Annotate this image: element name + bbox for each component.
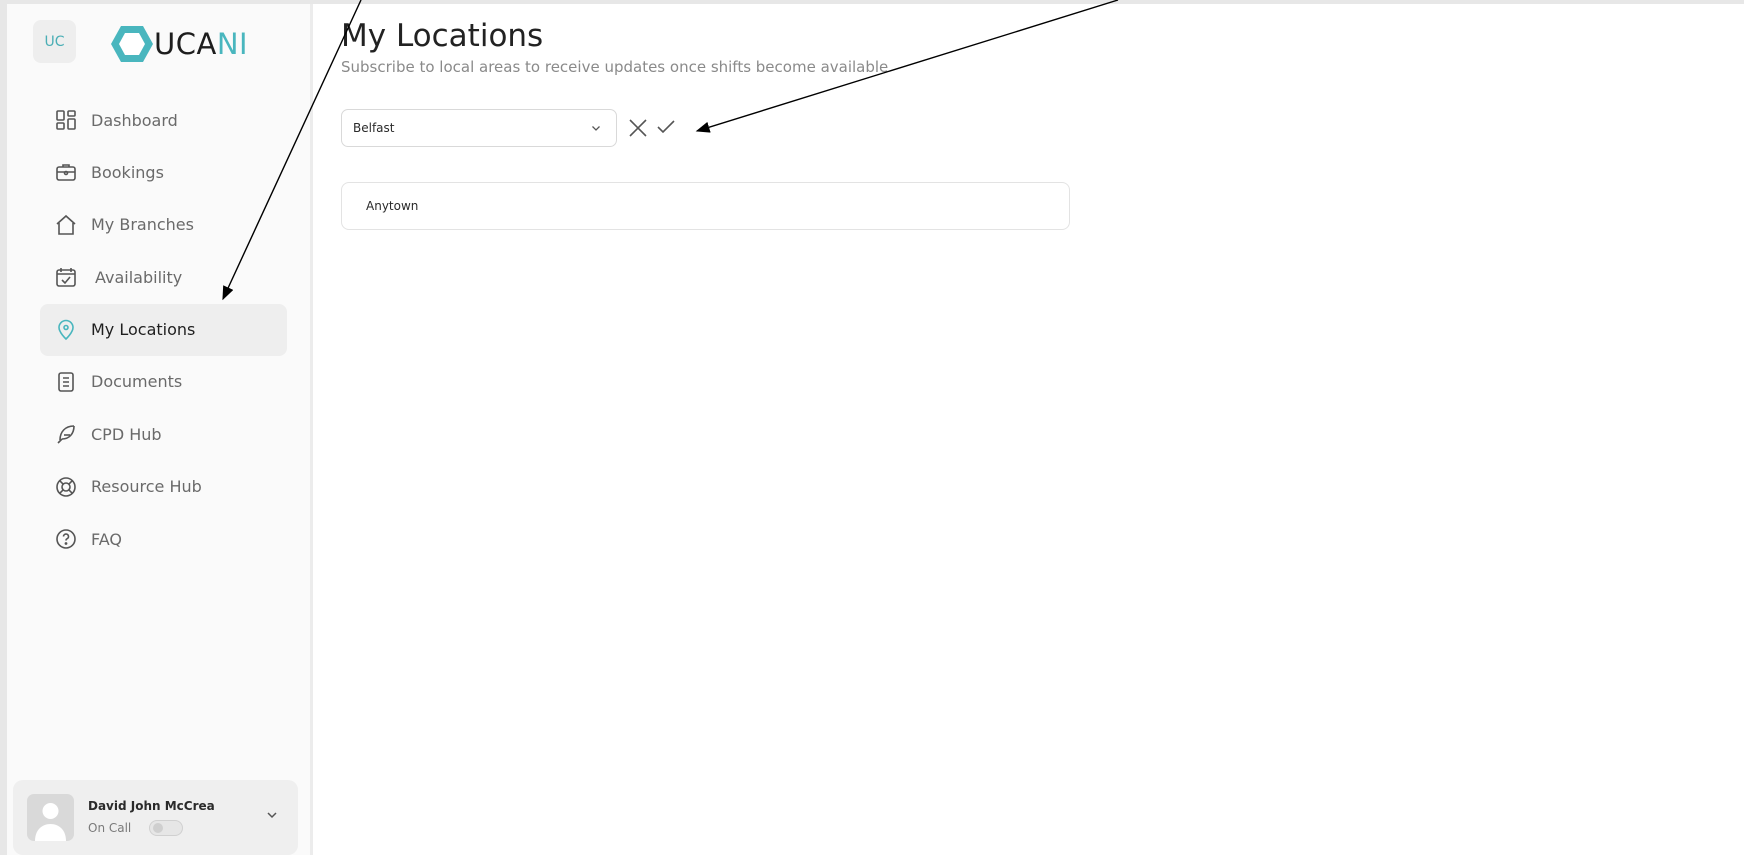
- app-window: UC UCANI Dashboard Bookings My Branches …: [7, 4, 1744, 855]
- on-call-toggle[interactable]: [149, 820, 183, 836]
- sidebar-item-label: Resource Hub: [91, 477, 202, 497]
- sidebar-item-documents[interactable]: Documents: [40, 356, 287, 408]
- location-select[interactable]: Belfast: [341, 109, 617, 147]
- hexagon-logo-icon: [111, 26, 153, 62]
- sidebar-item-my-locations[interactable]: My Locations: [40, 303, 287, 356]
- sidebar-item-dashboard[interactable]: Dashboard: [40, 94, 287, 146]
- sidebar-nav: Dashboard Bookings My Branches Availabil…: [40, 94, 287, 566]
- dashboard-icon: [54, 108, 78, 132]
- sidebar-item-label: My Branches: [91, 215, 194, 235]
- page-title: My Locations: [341, 18, 544, 54]
- sidebar-item-resource-hub[interactable]: Resource Hub: [40, 461, 287, 513]
- sidebar-item-label: Documents: [91, 372, 183, 392]
- user-name: David John McCrea: [88, 799, 215, 813]
- document-icon: [54, 370, 78, 394]
- location-select-value: Belfast: [353, 121, 395, 135]
- avatar: [27, 794, 74, 841]
- sidebar-item-label: My Locations: [91, 320, 196, 340]
- sidebar-item-bookings[interactable]: Bookings: [40, 146, 287, 198]
- location-list-item[interactable]: Anytown: [341, 182, 1070, 230]
- feather-icon: [54, 422, 78, 446]
- question-icon: [54, 527, 78, 551]
- cancel-icon[interactable]: [627, 117, 649, 139]
- sidebar-item-cpd-hub[interactable]: CPD Hub: [40, 408, 287, 460]
- lifebuoy-icon: [54, 475, 78, 499]
- uc-badge[interactable]: UC: [33, 20, 76, 63]
- calendar-check-icon: [54, 265, 78, 289]
- sidebar-item-label: Dashboard: [91, 110, 178, 130]
- chevron-down-icon[interactable]: [265, 808, 279, 822]
- sidebar: UC UCANI Dashboard Bookings My Branches …: [7, 4, 313, 855]
- logo-text: UCANI: [154, 27, 249, 61]
- location-pin-icon: [54, 318, 78, 342]
- sidebar-item-availability[interactable]: Availability: [40, 251, 287, 303]
- sidebar-item-label: FAQ: [91, 529, 122, 549]
- user-status-label: On Call: [88, 821, 132, 835]
- sidebar-item-label: CPD Hub: [91, 424, 162, 444]
- sidebar-item-label: Availability: [95, 267, 183, 287]
- chevron-down-icon: [592, 126, 600, 131]
- sidebar-item-my-branches[interactable]: My Branches: [40, 199, 287, 251]
- location-name: Anytown: [366, 199, 419, 213]
- sidebar-item-faq[interactable]: FAQ: [40, 513, 287, 565]
- home-icon: [54, 213, 78, 237]
- briefcase-icon: [54, 160, 78, 184]
- user-card[interactable]: David John McCrea On Call: [13, 780, 298, 855]
- confirm-check-icon[interactable]: [655, 116, 677, 138]
- ucani-logo[interactable]: UCANI: [110, 24, 248, 64]
- sidebar-item-label: Bookings: [91, 162, 164, 182]
- page-subtitle: Subscribe to local areas to receive upda…: [341, 58, 889, 76]
